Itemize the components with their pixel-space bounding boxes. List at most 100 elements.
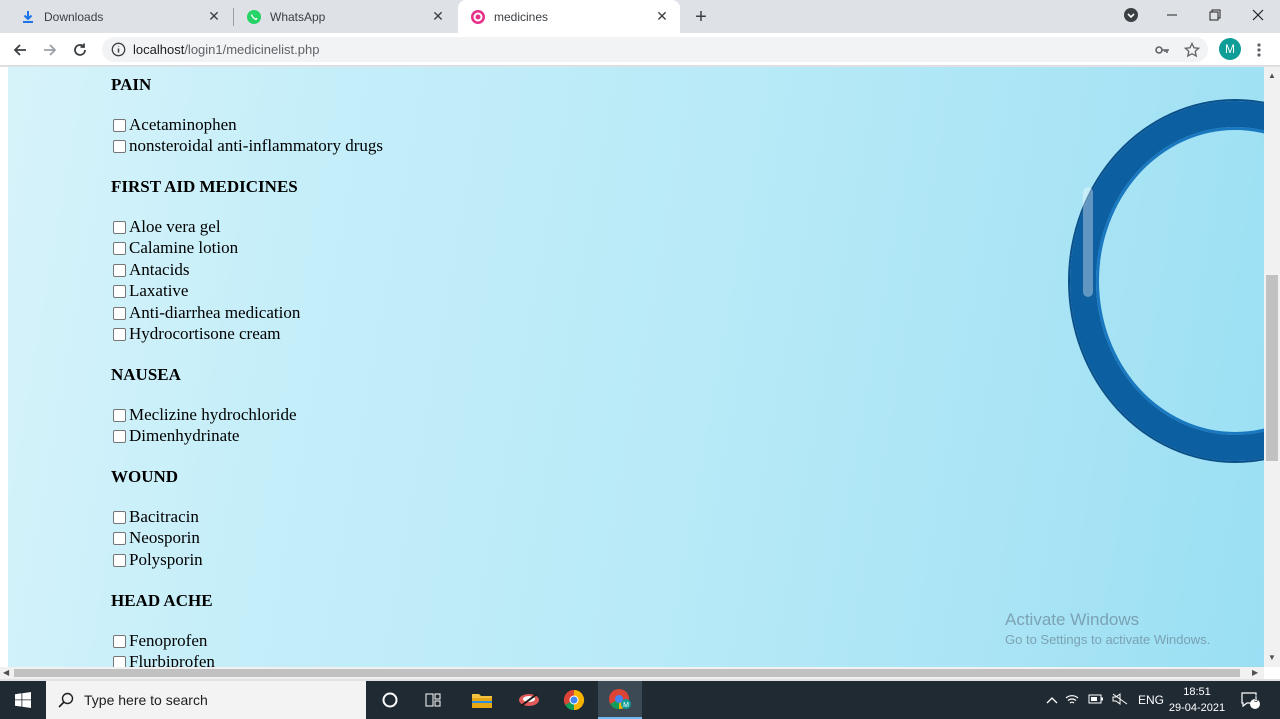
medicine-label: Meclizine hydrochloride (129, 405, 297, 424)
tab-title: Downloads (44, 9, 104, 24)
medicine-item[interactable]: Meclizine hydrochloride (113, 405, 297, 425)
back-button[interactable] (7, 37, 33, 63)
ring-highlight (1083, 187, 1093, 297)
page-background (8, 67, 1264, 667)
close-icon[interactable]: ✕ (206, 8, 222, 25)
medicine-item[interactable]: Dimenhydrinate (113, 426, 239, 446)
whatsapp-icon (246, 9, 262, 25)
medicine-item[interactable]: nonsteroidal anti-inflammatory drugs (113, 136, 383, 156)
checkbox[interactable] (113, 241, 126, 255)
checkbox[interactable] (113, 510, 126, 524)
info-icon[interactable] (111, 42, 126, 57)
vertical-scroll-thumb[interactable] (1266, 275, 1278, 461)
url-host: localhost (133, 42, 185, 57)
medicine-item[interactable]: Laxative (113, 281, 188, 301)
checkbox[interactable] (113, 220, 126, 234)
watermark-line-2: Go to Settings to activate Windows. (1005, 632, 1211, 647)
tab-whatsapp[interactable]: WhatsApp ✕ (234, 0, 456, 33)
medicine-label: Aloe vera gel (129, 217, 221, 236)
close-icon[interactable]: ✕ (654, 8, 670, 25)
windows-taskbar: Type here to search M ENG 18:51 29-04-20… (0, 681, 1280, 719)
bookmark-star-icon[interactable] (1179, 37, 1205, 63)
language-indicator[interactable]: ENG (1138, 693, 1164, 707)
medicine-label: Acetaminophen (129, 115, 237, 134)
medicine-item[interactable]: Bacitracin (113, 507, 199, 527)
taskbar-search[interactable]: Type here to search (46, 681, 366, 719)
chevron-up-icon[interactable] (1044, 693, 1060, 707)
address-bar[interactable]: localhost/login1/medicinelist.php (102, 37, 1208, 62)
tab-downloads[interactable]: Downloads ✕ (8, 0, 232, 33)
reload-button[interactable] (67, 37, 93, 63)
checkbox[interactable] (113, 263, 126, 277)
checkbox[interactable] (113, 429, 126, 443)
medicine-label: Neosporin (129, 528, 200, 547)
tab-strip: Downloads ✕ WhatsApp ✕ medicines ✕ + (0, 0, 1280, 33)
medicine-item[interactable]: Neosporin (113, 528, 200, 548)
forward-button[interactable] (37, 37, 63, 63)
restore-button[interactable] (1193, 0, 1237, 30)
checkbox[interactable] (113, 284, 126, 298)
category-heading-nausea: NAUSEA (111, 365, 181, 384)
task-view-icon[interactable] (412, 681, 456, 719)
file-explorer-icon[interactable] (460, 681, 504, 719)
medicine-item[interactable]: Polysporin (113, 550, 203, 570)
medicine-label: Hydrocortisone cream (129, 324, 281, 343)
tray-icons: ENG (1044, 681, 1164, 719)
medicine-label: Polysporin (129, 550, 203, 569)
clock-time: 18:51 (1183, 686, 1211, 698)
tab-search-icon[interactable] (1109, 0, 1153, 30)
checkbox[interactable] (113, 408, 126, 422)
category-heading-head-ache: HEAD ACHE (111, 591, 213, 610)
category-heading-wound: WOUND (111, 467, 179, 486)
medicine-item[interactable]: Acetaminophen (113, 115, 237, 135)
medicine-label: Fenoprofen (129, 631, 208, 650)
medicine-label: Laxative (129, 281, 189, 300)
menu-icon[interactable] (1246, 37, 1272, 63)
clock[interactable]: 18:51 29-04-2021 (1166, 684, 1228, 716)
key-icon[interactable] (1149, 37, 1175, 63)
new-tab-button[interactable]: + (689, 5, 713, 29)
chrome-icon[interactable] (552, 681, 596, 719)
scroll-left-arrow-icon[interactable]: ◀ (3, 668, 9, 677)
horizontal-scroll-thumb[interactable] (14, 669, 1240, 677)
checkbox[interactable] (113, 306, 126, 320)
battery-icon[interactable] (1084, 693, 1108, 707)
chrome-profile-icon[interactable]: M (598, 681, 642, 719)
checkbox[interactable] (113, 118, 126, 132)
clock-date: 29-04-2021 (1168, 702, 1226, 714)
close-window-button[interactable] (1236, 0, 1280, 30)
medicine-item[interactable]: Anti-diarrhea medication (113, 303, 300, 323)
medicine-item[interactable]: Antacids (113, 260, 189, 280)
tab-title: WhatsApp (270, 9, 326, 24)
wifi-icon[interactable] (1060, 693, 1084, 708)
medicine-item[interactable]: Aloe vera gel (113, 217, 221, 237)
search-placeholder: Type here to search (84, 692, 208, 708)
profile-avatar[interactable]: M (1219, 38, 1241, 60)
minimize-button[interactable] (1150, 0, 1194, 30)
checkbox[interactable] (113, 139, 126, 153)
scroll-up-arrow-icon[interactable]: ▲ (1268, 71, 1276, 80)
search-icon (58, 692, 74, 708)
app-icon[interactable] (507, 681, 551, 719)
close-icon[interactable]: ✕ (430, 8, 446, 25)
scroll-right-arrow-icon[interactable]: ▶ (1252, 668, 1258, 677)
speaker-muted-icon[interactable] (1108, 692, 1132, 708)
page-viewport: PAIN Acetaminophen nonsteroidal anti-inf… (0, 67, 1280, 679)
checkbox[interactable] (113, 327, 126, 341)
browser-toolbar: localhost/login1/medicinelist.php (0, 33, 1280, 66)
notification-center-icon[interactable]: 9 (1240, 681, 1260, 719)
start-button[interactable] (0, 681, 46, 719)
medicine-item[interactable]: Fenoprofen (113, 631, 207, 651)
tab-medicines[interactable]: medicines ✕ (458, 0, 680, 33)
checkbox[interactable] (113, 634, 126, 648)
checkbox[interactable] (113, 531, 126, 545)
tab-title: medicines (494, 9, 549, 24)
scroll-down-arrow-icon[interactable]: ▼ (1268, 653, 1276, 662)
cortana-icon[interactable] (368, 681, 412, 719)
windows-logo-icon (15, 692, 31, 708)
medicine-item[interactable]: Calamine lotion (113, 238, 238, 258)
medicine-item[interactable]: Hydrocortisone cream (113, 324, 281, 344)
watermark-line-1: Activate Windows (1005, 610, 1140, 629)
notification-count: 9 (1253, 694, 1259, 704)
checkbox[interactable] (113, 553, 126, 567)
